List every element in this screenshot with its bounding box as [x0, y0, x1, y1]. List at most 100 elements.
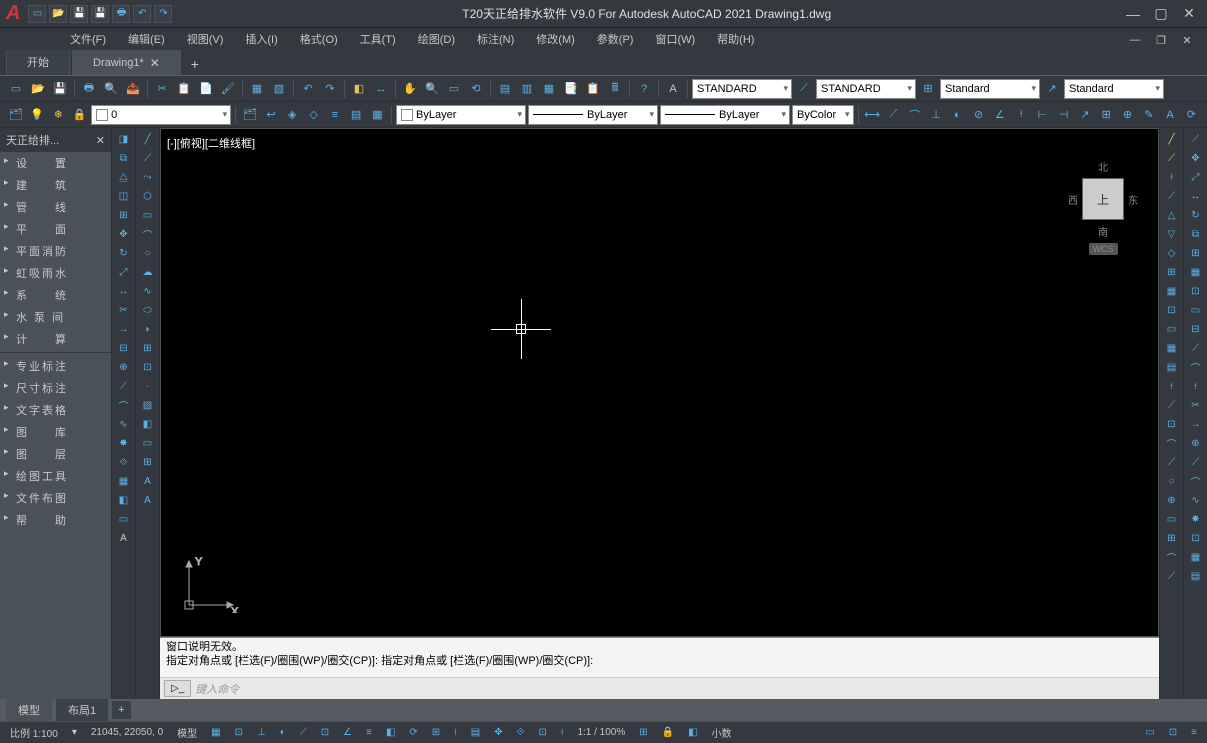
text-a-icon[interactable]: A [114, 529, 134, 547]
hardware-icon[interactable]: ⊡ [1165, 725, 1181, 740]
preview-icon[interactable]: 🔍 [101, 79, 121, 99]
dim-dia-icon[interactable]: ⊘ [969, 105, 988, 125]
layer-on-icon[interactable]: 💡 [27, 105, 46, 125]
viewcube-wcs[interactable]: WCS [1089, 243, 1118, 255]
insert-block-icon[interactable]: ⊞ [138, 339, 158, 357]
misc13-icon[interactable]: ⌒ [1186, 358, 1206, 376]
iso-icon[interactable]: ⟋ [296, 725, 311, 740]
doc-restore-icon[interactable]: ❐ [1149, 30, 1173, 50]
make-block-icon[interactable]: ⊡ [138, 358, 158, 376]
menu-insert[interactable]: 插入(I) [235, 28, 287, 50]
construct3-icon[interactable]: ⟊ [1162, 168, 1182, 186]
misc19-icon[interactable]: ⌒ [1186, 472, 1206, 490]
menu-window[interactable]: 窗口(W) [645, 28, 705, 50]
dist-icon[interactable]: ↔ [371, 79, 391, 99]
construct24-icon[interactable]: ⟋ [1162, 567, 1182, 585]
gizmo-icon[interactable]: ✥ [490, 725, 506, 740]
sheetset-icon[interactable]: 📑 [561, 79, 581, 99]
mirror-icon[interactable]: ⧋ [114, 168, 134, 186]
panel-item-drawtools[interactable]: 绘图工具 [0, 465, 111, 487]
transparency-icon[interactable]: ◧ [382, 725, 399, 740]
dim-quick-icon[interactable]: ⟊ [1011, 105, 1030, 125]
misc18-icon[interactable]: ⟋ [1186, 453, 1206, 471]
panel-item-plan[interactable]: 平 面 [0, 218, 111, 240]
panel-item-texttable[interactable]: 文字表格 [0, 399, 111, 421]
copy-icon[interactable]: 📋 [174, 79, 194, 99]
panel-item-layers[interactable]: 图 层 [0, 443, 111, 465]
explode-icon[interactable]: ✸ [114, 434, 134, 452]
table-icon[interactable]: ⊞ [138, 453, 158, 471]
misc3-icon[interactable]: ⤢ [1186, 168, 1206, 186]
paste-icon[interactable]: 📄 [196, 79, 216, 99]
construct11-icon[interactable]: ▭ [1162, 320, 1182, 338]
layer-freeze-icon[interactable]: ❄ [49, 105, 68, 125]
mleader-icon[interactable]: ↗ [1042, 79, 1062, 99]
open-file-icon[interactable]: 📂 [28, 79, 48, 99]
misc10-icon[interactable]: ▭ [1186, 301, 1206, 319]
print-icon[interactable]: 🖶 [112, 5, 130, 23]
tab-add-icon[interactable]: + [183, 53, 207, 75]
construct20-icon[interactable]: ⊕ [1162, 491, 1182, 509]
pan-icon[interactable]: ✋ [400, 79, 420, 99]
menu-file[interactable]: 文件(F) [60, 28, 116, 50]
construct13-icon[interactable]: ▤ [1162, 358, 1182, 376]
save-file-icon[interactable]: 💾 [50, 79, 70, 99]
trim-icon[interactable]: ✂ [114, 301, 134, 319]
command-history[interactable]: 窗口说明无效。 指定对角点或 [栏选(F)/圈围(WP)/圈交(CP)]: 指定… [160, 638, 1159, 678]
dim-cont-icon[interactable]: ⊣ [1054, 105, 1073, 125]
viewcube-top[interactable]: 上 [1082, 178, 1124, 220]
construct9-icon[interactable]: ▦ [1162, 282, 1182, 300]
misc15-icon[interactable]: ✂ [1186, 396, 1206, 414]
dim-ang-icon[interactable]: ∠ [990, 105, 1009, 125]
layer-off-icon[interactable]: ◇ [304, 105, 323, 125]
misc6-icon[interactable]: ⧉ [1186, 225, 1206, 243]
hatch-icon[interactable]: ▦ [114, 472, 134, 490]
panel-item-settings[interactable]: 设 置 [0, 152, 111, 174]
dim-tedit-icon[interactable]: A [1160, 105, 1179, 125]
cut-icon[interactable]: ✂ [152, 79, 172, 99]
viewcube-north[interactable]: 北 [1068, 159, 1138, 174]
copy2-icon[interactable]: ⧉ [114, 149, 134, 167]
designctr-icon[interactable]: ▥ [517, 79, 537, 99]
construct8-icon[interactable]: ⊞ [1162, 263, 1182, 281]
construct6-icon[interactable]: ▽ [1162, 225, 1182, 243]
misc2-icon[interactable]: ✥ [1186, 149, 1206, 167]
panel-item-building[interactable]: 建 筑 [0, 174, 111, 196]
panel-item-system[interactable]: 系 统 [0, 284, 111, 306]
construct17-icon[interactable]: ⌒ [1162, 434, 1182, 452]
circle-icon[interactable]: ○ [138, 244, 158, 262]
dim-aligned-icon[interactable]: ⟋ [884, 105, 903, 125]
scale-label[interactable]: 比例 1:100 [6, 723, 62, 742]
zoomwin-icon[interactable]: ▭ [444, 79, 464, 99]
lwt-icon[interactable]: ≡ [362, 725, 376, 740]
ellipse-icon[interactable]: ⬭ [138, 301, 158, 319]
plotstyle-dropdown[interactable]: ByColor [792, 105, 854, 125]
join-icon[interactable]: ⊕ [114, 358, 134, 376]
construct15-icon[interactable]: ⟋ [1162, 396, 1182, 414]
panel-title[interactable]: 天正给排...✕ [0, 128, 111, 152]
extend-icon[interactable]: → [114, 320, 134, 338]
panel-item-dimlabel[interactable]: 尺寸标注 [0, 377, 111, 399]
osnap-icon[interactable]: ⊡ [317, 725, 333, 740]
offset-icon[interactable]: ◫ [114, 187, 134, 205]
panel-item-calc[interactable]: 计 算 [0, 328, 111, 350]
tablestyle-dropdown[interactable]: Standard [940, 79, 1040, 99]
panel-item-help[interactable]: 帮 助 [0, 509, 111, 531]
textstyle-dropdown[interactable]: STANDARD [692, 79, 792, 99]
blend-icon[interactable]: ∿ [114, 415, 134, 433]
construct5-icon[interactable]: △ [1162, 206, 1182, 224]
layer-walk-icon[interactable]: ▤ [346, 105, 365, 125]
misc20-icon[interactable]: ∿ [1186, 491, 1206, 509]
3dosnap-icon[interactable]: ⊞ [428, 725, 444, 740]
menu-modify[interactable]: 修改(M) [526, 28, 585, 50]
construct16-icon[interactable]: ⊡ [1162, 415, 1182, 433]
misc14-icon[interactable]: ⟊ [1186, 377, 1206, 395]
match-icon[interactable]: 🖌 [218, 79, 238, 99]
construct21-icon[interactable]: ▭ [1162, 510, 1182, 528]
dim-rad-icon[interactable]: ◐ [948, 105, 967, 125]
construct1-icon[interactable]: ╱ [1162, 130, 1182, 148]
rect-icon[interactable]: ▭ [138, 206, 158, 224]
dim-lead-icon[interactable]: ↗ [1075, 105, 1094, 125]
zoom-icon[interactable]: 🔍 [422, 79, 442, 99]
app-logo[interactable]: A [6, 2, 20, 25]
